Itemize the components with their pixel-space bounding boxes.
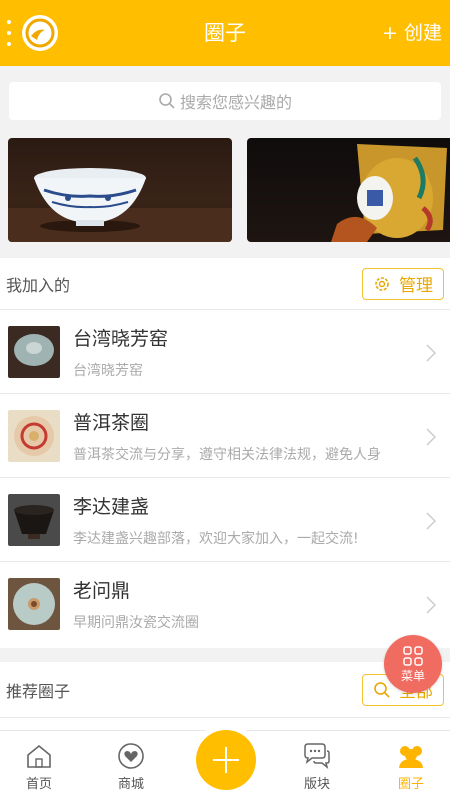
search-placeholder: 搜索您感兴趣的: [179, 93, 292, 112]
list-item[interactable]: 李达建盏 李达建盏兴趣部落，欢迎大家加入，一起交流!: [0, 478, 450, 562]
plus-icon: [213, 747, 239, 773]
circle-desc: 李达建盏兴趣部落，欢迎大家加入，一起交流!: [73, 530, 359, 547]
circle-name: 李达建盏: [73, 495, 150, 518]
app-logo[interactable]: [22, 15, 58, 51]
fab-label: 菜单: [400, 668, 425, 683]
search-area: 搜索您感兴趣的: [0, 66, 450, 136]
tab-label: 圈子: [397, 777, 424, 792]
joined-circles-section: 我加入的 管理 台湾晓芳窑 台湾晓芳窑 普洱茶圈 普洱茶交流与分享，遵守相关法律…: [0, 258, 450, 648]
circle-thumbnail: [8, 578, 60, 630]
list-item[interactable]: 台湾晓芳窑 台湾晓芳窑: [0, 310, 450, 394]
banner-image-porcelain-bowl[interactable]: [8, 138, 232, 242]
more-menu-icon[interactable]: [6, 20, 12, 46]
chevron-right-icon: [426, 512, 436, 530]
search-icon: [159, 93, 175, 109]
circle-name: 老问鼎: [73, 580, 131, 602]
circle-name: 台湾晓芳窑: [73, 327, 169, 350]
tab-label: 版块: [303, 777, 330, 792]
tab-forum[interactable]: 版块: [282, 739, 352, 792]
floating-menu-button[interactable]: 菜单: [384, 635, 442, 693]
banner-carousel[interactable]: [0, 136, 450, 256]
tab-label: 商城: [117, 777, 144, 792]
circle-desc: 台湾晓芳窑: [73, 362, 143, 379]
chevron-right-icon: [426, 596, 436, 614]
add-post-button[interactable]: [196, 730, 256, 790]
circle-thumbnail: [8, 325, 60, 378]
manage-label: 管理: [399, 276, 433, 296]
joined-title: 我加入的: [6, 275, 71, 295]
gear-icon: [375, 276, 389, 291]
circle-desc: 早期问鼎汝瓷交流圈: [73, 615, 199, 631]
tab-mall[interactable]: 商城: [96, 739, 166, 792]
chevron-right-icon: [426, 428, 436, 446]
list-item[interactable]: 老问鼎 早期问鼎汝瓷交流圈: [0, 562, 450, 646]
chat-icon: [304, 743, 330, 769]
banner-image-enamel-cup[interactable]: [247, 138, 450, 242]
manage-button[interactable]: 管理: [362, 267, 444, 300]
circle-thumbnail: [8, 493, 60, 546]
tab-label: 首页: [25, 777, 52, 792]
recommend-title: 推荐圈子: [6, 681, 71, 701]
grid-icon: [403, 645, 423, 666]
home-icon: [27, 744, 51, 768]
tab-circles[interactable]: 圈子: [376, 739, 446, 792]
heart-icon: [118, 743, 144, 769]
chevron-right-icon: [426, 344, 436, 362]
search-input[interactable]: 搜索您感兴趣的: [9, 82, 441, 120]
create-button[interactable]: + 创建: [382, 0, 442, 66]
tab-home[interactable]: 首页: [4, 739, 74, 792]
circle-thumbnail: [8, 409, 60, 462]
group-icon: [399, 746, 423, 768]
list-item[interactable]: 普洱茶圈 普洱茶交流与分享，遵守相关法律法规，避免人身: [0, 394, 450, 478]
recommend-section: 推荐圈子 全部: [0, 662, 450, 718]
search-icon: [374, 681, 390, 698]
circle-name: 普洱茶圈: [73, 411, 150, 434]
recommend-header: 推荐圈子 全部: [0, 662, 450, 718]
circle-desc: 普洱茶交流与分享，遵守相关法律法规，避免人身: [73, 446, 381, 463]
top-header: 圈子 + 创建: [0, 0, 450, 66]
joined-header: 我加入的 管理: [0, 258, 450, 310]
